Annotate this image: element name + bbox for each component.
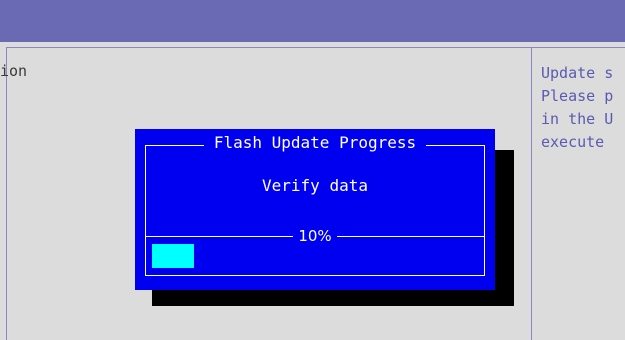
content-left-border: [6, 47, 7, 340]
progress-percent-label: 10%: [293, 227, 337, 245]
help-line: in the U: [541, 110, 614, 128]
help-line: Update s: [541, 64, 614, 82]
setup-item-label: ion: [0, 62, 28, 80]
dialog-status-text: Verify data: [262, 176, 368, 195]
dialog-title-wrap: Flash Update Progress: [135, 133, 495, 152]
dialog-title: Flash Update Progress: [203, 133, 427, 152]
help-panel: Update s Please p in the U execute: [541, 62, 625, 154]
header-bar: [0, 0, 625, 42]
help-line: Please p: [541, 87, 614, 105]
progress-bar-fill: [152, 244, 195, 268]
help-line: execute: [541, 133, 605, 151]
flash-update-dialog: Flash Update Progress Verify data 10%: [135, 129, 495, 290]
progress-percent-wrap: 10%: [135, 226, 495, 245]
content-top-border: [6, 47, 625, 48]
progress-bar: [152, 244, 477, 268]
help-panel-divider: [531, 47, 532, 340]
